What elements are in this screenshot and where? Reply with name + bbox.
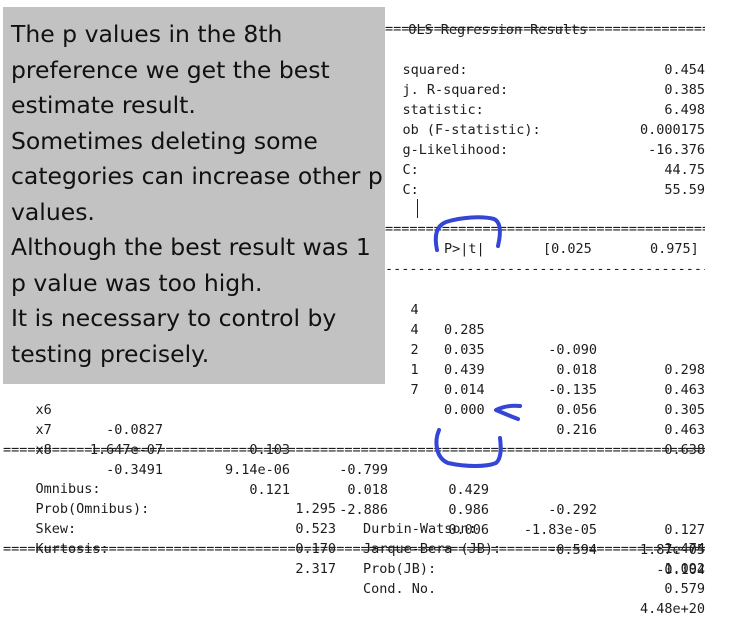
bracket-bottom-mark (434, 428, 503, 468)
arrow-mark (494, 403, 522, 421)
pen-annotations (433, 215, 522, 468)
bracket-header-mark (433, 215, 502, 252)
